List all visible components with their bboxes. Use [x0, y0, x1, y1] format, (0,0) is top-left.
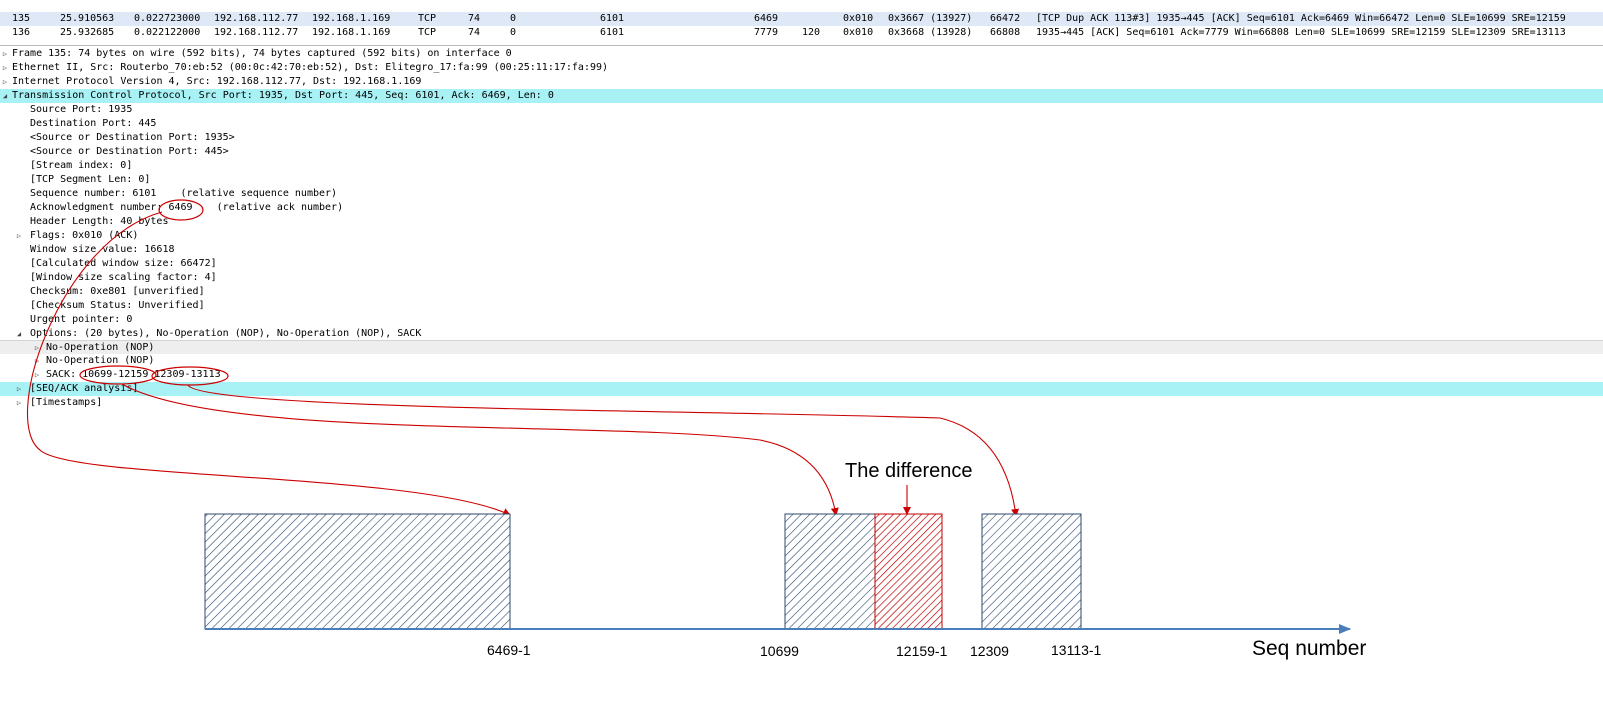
sack-range-1-circle: [79, 365, 157, 385]
axis-label: Seq number: [1252, 637, 1367, 660]
tick-label: 6469-1: [487, 642, 531, 658]
sack-range-2-arrow: [187, 384, 1020, 517]
sack-range-2-circle: [151, 366, 229, 386]
sack-block-2: [981, 513, 1082, 630]
sack-range-1-arrow: [121, 383, 839, 516]
acked-block: [204, 513, 511, 630]
diagram-caption: The difference: [845, 460, 973, 482]
sack-block-1: [784, 513, 876, 630]
tick-label: 13113-1: [1051, 642, 1102, 658]
difference-block: [874, 513, 943, 630]
ack-arrow: [26, 211, 511, 516]
ack-value-circle: [158, 199, 204, 221]
tick-label: 12309: [970, 643, 1009, 659]
tick-label: 10699: [760, 643, 799, 659]
seq-diagram: [26, 199, 1351, 634]
wireshark-annotated-screenshot: { "packets": [ {"no":"135","time":"25.91…: [0, 0, 1603, 720]
tick-label: 12159-1: [896, 643, 948, 659]
